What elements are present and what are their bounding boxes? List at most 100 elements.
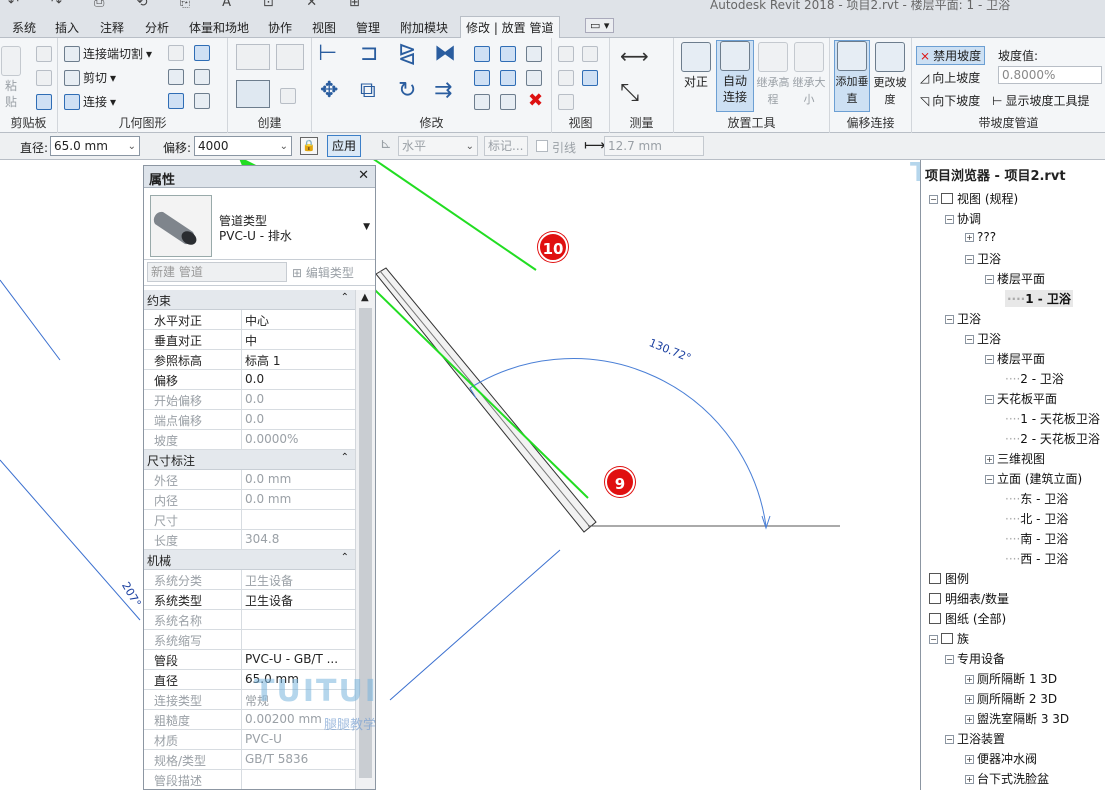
browser-node[interactable]: − 卫浴 [945,310,981,327]
ribbon-options-dropdown[interactable]: ▭ ▾ [585,18,615,33]
browser-node[interactable]: − 卫浴 [965,330,1001,347]
tab-system[interactable]: 系统 [12,19,36,36]
property-value[interactable]: 0.0 [242,370,355,389]
auto-connect-button[interactable]: 自动 连接 [716,40,754,112]
copy-icon[interactable] [36,70,52,86]
collapse-icon[interactable]: − [985,395,994,404]
drawing-canvas[interactable]: 130.72° 207° 10 9 TUITUISOFT 腿腿教学网 [0,160,920,790]
unpin-icon[interactable] [526,46,542,62]
rotate-icon[interactable]: ↻ [398,78,416,103]
inherit-elevation-button[interactable]: 继承高程 [756,42,790,108]
demolish-icon[interactable] [168,93,184,109]
wall-joins-icon[interactable] [168,45,184,61]
property-row[interactable]: 系统类型 卫生设备 [144,590,355,610]
property-group-header[interactable]: 约束 ⌃ [144,290,355,310]
property-group-header[interactable]: 机械 ⌃ [144,550,355,570]
browser-node[interactable]: − 协调 [945,210,981,227]
split-gap-icon[interactable] [500,46,516,62]
close-icon[interactable]: ✕ [358,168,369,183]
collapse-icon[interactable]: − [945,315,954,324]
property-row[interactable]: 水平对正 中心 [144,310,355,330]
thin-lines-icon[interactable] [582,70,598,86]
collapse-icon[interactable]: − [945,655,954,664]
override-graphics-icon[interactable] [582,46,598,62]
type-selector[interactable]: 管道类型 PVC-U - 排水 ▼ [144,188,375,260]
collapse-icon[interactable]: ⌃ [341,452,349,463]
collapse-icon[interactable]: − [929,635,938,644]
offset-input[interactable]: 4000 ⌄ [194,136,292,156]
browser-node[interactable]: ····2 - 卫浴 [1005,370,1064,387]
measure-distance-icon[interactable]: ⟷ [620,44,649,68]
slope-value-field[interactable]: 0.8000% [998,66,1102,84]
collapse-icon[interactable]: − [945,215,954,224]
browser-node[interactable]: − 卫浴装置 [945,730,1005,747]
collapse-icon[interactable]: − [945,735,954,744]
browser-node[interactable]: ····北 - 卫浴 [1005,510,1068,527]
collapse-icon[interactable]: − [985,355,994,364]
quick-access-toolbar[interactable]: ↶ ↷ ⎙ ⟲ ⎘ A ⊡ ✕ ⊞ [8,0,374,10]
create-parts-icon[interactable] [280,88,296,104]
expand-icon[interactable]: + [965,715,974,724]
instance-filter-select[interactable]: 新建 管道 [147,262,287,282]
collapse-icon[interactable]: − [985,475,994,484]
browser-node[interactable]: − 楼层平面 [985,270,1045,287]
property-row[interactable]: 偏移 0.0 [144,370,355,390]
scroll-up-icon[interactable]: ▲ [361,292,369,303]
property-row[interactable]: 垂直对正中 [144,330,355,350]
delete-icon[interactable]: ✖ [528,90,543,111]
browser-node[interactable]: − 专用设备 [945,650,1005,667]
eraser-icon[interactable] [558,94,574,110]
split-face-icon[interactable] [194,45,210,61]
property-value[interactable]: 中心 [242,310,355,329]
browser-node[interactable]: ····2 - 天花板卫浴 [1005,430,1100,447]
create-group-icon[interactable] [236,80,270,108]
browser-node[interactable]: + 台下式洗脸盆 [965,770,1049,787]
property-value[interactable]: PVC-U - GB/T ... [242,650,355,669]
trim-single-icon[interactable] [500,94,516,110]
tab-analyze[interactable]: 分析 [145,19,169,36]
browser-node[interactable]: 图纸 (全部) [929,610,1006,627]
copy-element-icon[interactable]: ⧉ [360,78,376,103]
change-slope-button[interactable]: 更改坡度 [872,42,908,108]
pin-icon[interactable] [526,70,542,86]
browser-node[interactable]: +??? [965,230,996,244]
apply-button[interactable]: 应用 [327,135,361,157]
browser-node[interactable]: 图例 [929,570,969,587]
tab-insert[interactable]: 插入 [55,19,79,36]
browser-node[interactable]: 明细表/数量 [929,590,1009,607]
leader-checkbox[interactable] [536,140,548,152]
slope-up-button[interactable]: ◿ 向上坡度 [920,69,980,86]
disable-slope-button[interactable]: ⨯ 禁用坡度 [916,46,986,65]
lock-icon[interactable]: 🔒 [300,137,318,155]
trim-multiple-icon[interactable] [474,94,490,110]
show-slope-tooltip-button[interactable]: ⊢ 显示坡度工具提 [992,92,1089,109]
tab-addins[interactable]: 附加模块 [400,19,448,36]
browser-node[interactable]: ····南 - 卫浴 [1005,530,1068,547]
mirror-draw-icon[interactable]: ⧓ [434,41,456,66]
justify-button[interactable]: 对正 [678,42,714,90]
browser-node[interactable]: ····1 - 卫浴 [1005,290,1073,307]
browser-node[interactable]: + 三维视图 [985,450,1045,467]
aligned-dimension-icon[interactable]: ⤡ [620,78,639,106]
property-row[interactable]: 管段 PVC-U - GB/T ... [144,650,355,670]
inherit-size-button[interactable]: 继承大小 [792,42,826,108]
browser-node[interactable]: − 天花板平面 [985,390,1057,407]
scale-icon[interactable] [500,70,516,86]
create-assembly-icon[interactable] [276,44,304,70]
paste-button[interactable]: 粘贴 [0,46,22,110]
tab-massing-site[interactable]: 体量和场地 [189,19,249,36]
offset-icon[interactable]: ⊐ [360,41,378,66]
collapse-icon[interactable]: − [985,275,994,284]
browser-node[interactable]: ····东 - 卫浴 [1005,490,1068,507]
split-icon[interactable] [474,46,490,62]
property-value[interactable]: 标高 1 [242,350,355,369]
remove-paint-icon[interactable] [194,69,210,85]
linework-icon[interactable] [558,70,574,86]
tag-orientation-select[interactable]: 水平 ⌄ [398,136,478,156]
browser-node[interactable]: + 厕所隔断 1 3D [965,670,1057,687]
array-icon[interactable] [474,70,490,86]
browser-node[interactable]: ····西 - 卫浴 [1005,550,1068,567]
chevron-down-icon[interactable]: ▼ [363,222,370,232]
browser-node[interactable]: − 视图 (规程) [929,190,1018,207]
leader-length-input[interactable]: 12.7 mm [604,136,704,156]
